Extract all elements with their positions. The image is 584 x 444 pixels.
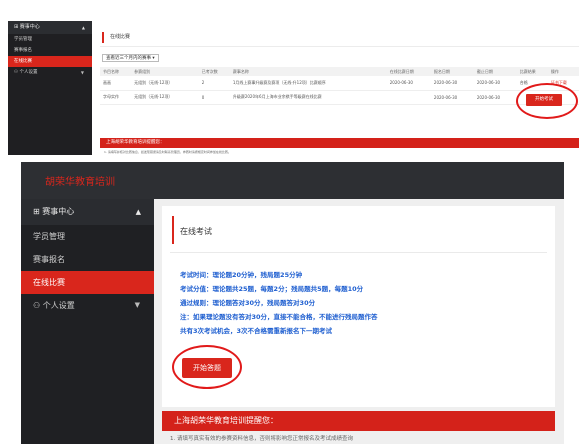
table-cell: 2 [198, 76, 230, 91]
sidebar-item-event-registration[interactable]: 赛事报名 [21, 248, 154, 271]
main-content: 在线考试 考试时间：理论题20分钟，残局题25分钟 考试分值：理论题共25题，每… [154, 199, 564, 444]
sidebar-item-student-management[interactable]: 学员管理 [21, 225, 154, 248]
column-header: 截止日期 [473, 67, 517, 76]
page-title: 在线比赛 [110, 34, 131, 40]
sidebar-item-online-contest[interactable]: 在线比赛 [21, 271, 154, 294]
exam-rule-pass: 通过规则：理论题答对30分，残局题答对30分 [180, 299, 316, 307]
sidebar: ⊞ 赛事中心 ▲ 学员管理 赛事报名 在线比赛 ⚇ 个人设置 ▼ [21, 199, 154, 444]
chevron-up-icon: ▲ [81, 25, 85, 30]
brand-logo-text: 胡荣华教育培训 [45, 177, 115, 188]
exam-rule-attempts: 共有3次考试机会，3次不合格需重新报名下一期考试 [180, 327, 333, 335]
exam-rule-time: 考试时间：理论题20分钟，残局题25分钟 [180, 271, 303, 279]
column-header: 已考次数 [198, 67, 230, 76]
small-screenshot: ⊞ 赛事中心 ▲ 学员管理 赛事报名 在线比赛 ⚇ 个人设置 ▼ 在线比赛 查看… [8, 21, 579, 155]
column-header: 操作 [547, 67, 579, 76]
period-filter-select[interactable]: 查看近三个月内的赛事 ▾ [102, 54, 159, 62]
title-accent [172, 216, 174, 244]
title-accent [102, 32, 104, 43]
top-bar: 胡荣华教育培训 [21, 162, 564, 199]
table-row: 画画 无组别（无线·12项） 2 1月线上赛事升级赛及赛项（无线·升12项）比赛… [100, 76, 579, 91]
column-header: 参赛组别 [131, 67, 199, 76]
exam-rule-note: 注：如果理论题没有答对30分，直接不能合格，不能进行残局题作答 [180, 313, 378, 321]
sidebar-item-online-contest[interactable]: 在线比赛 [8, 56, 92, 67]
reminder-text: 1. 请填写并核对比赛信息，如发现错误请及时联系管理员，参赛时请按规定时间参加在… [104, 150, 231, 154]
table-cell: 字母实作 [100, 90, 132, 105]
chevron-up-icon: ▲ [135, 208, 141, 216]
table-cell: 无组别（无线·12项） [131, 76, 199, 91]
chevron-down-icon: ▼ [134, 301, 140, 309]
table-row: 字母实作 无组别（无线·12项） 0 升级赛2020年6月上海市业余棋手等级赛在… [100, 90, 579, 105]
divider [170, 252, 547, 253]
table-header-row: 节目名称 参赛组别 已考次数 赛事名称 在线比赛日期 报名日期 截止日期 比赛结… [100, 67, 579, 76]
title-bar: 在线比赛 [100, 25, 579, 47]
start-answering-button[interactable]: 开始答题 [182, 358, 232, 378]
table-cell: 1月线上赛事升级赛及赛项（无线·升12项）比赛顺序 [229, 76, 387, 91]
sidebar-item-event-registration[interactable]: 赛事报名 [8, 45, 92, 56]
table-cell: 升级赛2020年6月上海市业余棋手等级赛在线比赛 [229, 90, 387, 105]
column-header: 报名日期 [430, 67, 474, 76]
user-icon: ⚇ [33, 301, 43, 310]
grid-icon: ⊞ [33, 207, 43, 216]
exam-card: 在线考试 考试时间：理论题20分钟，残局题25分钟 考试分值：理论题共25题，每… [162, 206, 555, 407]
page-title: 在线考试 [180, 227, 212, 236]
column-header: 在线比赛日期 [386, 67, 431, 76]
reminder-banner: 上海胡荣华教育培训提醒您： [162, 411, 555, 431]
table-cell: 无组别（无线·12项） [131, 90, 199, 105]
table-cell: 画画 [100, 76, 132, 91]
sidebar-header-event-center[interactable]: ⊞ 赛事中心 ▲ [21, 199, 154, 225]
chevron-down-icon: ▼ [80, 70, 84, 75]
sidebar-item-personal-settings[interactable]: ⚇ 个人设置 ▼ [8, 67, 92, 78]
sidebar-item-student-management[interactable]: 学员管理 [8, 34, 92, 45]
start-exam-button[interactable]: 开始考试 [526, 94, 562, 106]
sidebar: ⊞ 赛事中心 ▲ 学员管理 赛事报名 在线比赛 ⚇ 个人设置 ▼ [8, 21, 92, 155]
sidebar-item-personal-settings[interactable]: ⚇ 个人设置 ▼ [21, 294, 154, 317]
table-cell: 2020-06-30 [386, 76, 431, 91]
column-header: 比赛结果 [516, 67, 548, 76]
sidebar-header-event-center[interactable]: ⊞ 赛事中心 ▲ [8, 21, 92, 34]
reminder-text: 1. 请填写真实有效的参赛资料信息，否则将影响您正常报名及考试成绩查询 [170, 436, 353, 442]
table-cell: 2020-06-30 [430, 90, 474, 105]
exam-rule-score: 考试分值：理论题共25题，每题2分；残局题共5题，每题10分 [180, 285, 364, 293]
table-cell: 2020-06-30 [430, 76, 474, 91]
contest-table: 节目名称 参赛组别 已考次数 赛事名称 在线比赛日期 报名日期 截止日期 比赛结… [100, 67, 579, 105]
table-cell: 2020-06-30 [473, 76, 517, 91]
table-cell: 2020-06-30 [473, 90, 517, 105]
table-cell [386, 90, 431, 105]
large-screenshot: 胡荣华教育培训 ⊞ 赛事中心 ▲ 学员管理 赛事报名 在线比赛 ⚇ 个人设置 ▼… [21, 162, 564, 444]
column-header: 赛事名称 [229, 67, 387, 76]
reminder-banner: 上海胡荣华教育培训提醒您： [100, 138, 579, 148]
column-header: 节目名称 [100, 67, 132, 76]
main-content: 在线比赛 查看近三个月内的赛事 ▾ 节目名称 参赛组别 已考次数 赛事名称 在线… [100, 21, 579, 155]
table-cell: 0 [198, 90, 230, 105]
